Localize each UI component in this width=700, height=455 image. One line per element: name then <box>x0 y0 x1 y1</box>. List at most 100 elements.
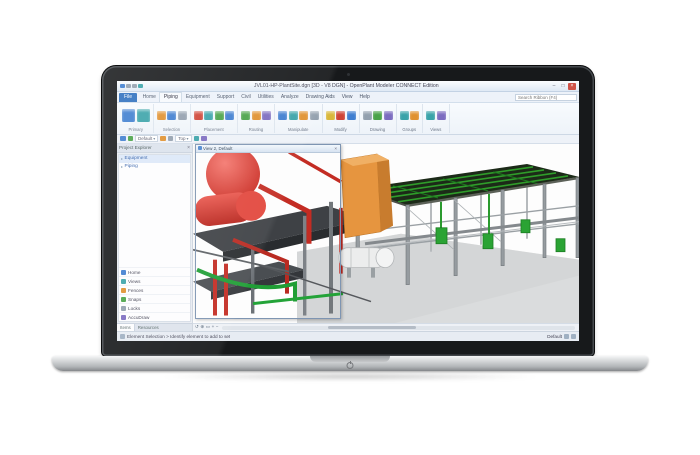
fit-view-icon[interactable]: ▭ <box>206 325 210 330</box>
tab-view[interactable]: View <box>338 93 356 102</box>
panel-tab-resources[interactable]: Resources <box>135 324 162 331</box>
window-controls: – □ × <box>550 83 576 90</box>
ribbon-group-label: Selection <box>157 126 187 132</box>
panel-tab-items[interactable]: Items <box>117 324 135 331</box>
view-window-titlebar[interactable]: View 2, Default × <box>196 145 340 153</box>
orange-equipment-unit[interactable] <box>341 153 393 237</box>
class-icon[interactable] <box>201 136 207 142</box>
view-canvas[interactable]: View 2, Default × <box>193 144 579 324</box>
level-dropdown-value: Default <box>138 136 152 141</box>
ribbon-group-drawing: Drawing <box>360 104 397 133</box>
tab-file[interactable]: File <box>119 93 137 102</box>
main-viewport[interactable]: View 2, Default × ↺ ⊕ ▭ + <box>193 144 579 332</box>
undo-icon[interactable] <box>126 84 131 89</box>
pan-view-icon[interactable]: ⊕ <box>200 325 204 330</box>
ribbon-group-selection: Selection <box>154 104 191 133</box>
tab-help[interactable]: Help <box>356 93 373 102</box>
ribbon-group-label: Routing <box>241 126 271 132</box>
branch-icon[interactable] <box>252 111 261 120</box>
save-icon[interactable] <box>120 84 125 89</box>
tool-item-label: Views <box>128 279 140 284</box>
project-explorer-panel: Project Explorer × Equipment Piping <box>117 144 193 332</box>
mirror-icon[interactable] <box>310 111 319 120</box>
view-window-icon[interactable] <box>426 111 435 120</box>
modify-element-icon[interactable] <box>326 111 335 120</box>
active-level-indicator[interactable]: Default <box>547 334 562 339</box>
page-background: JVL01-HP-PlantSite.dgn [3D - V8 DGN] - O… <box>0 0 700 455</box>
color-icon[interactable] <box>160 136 166 142</box>
maximize-button[interactable]: □ <box>559 83 567 90</box>
view-dropdown[interactable]: Top <box>175 135 191 142</box>
tool-item-accudraw[interactable]: AccuDraw <box>119 312 190 321</box>
group-icon[interactable] <box>400 111 409 120</box>
tool-item-fences[interactable]: Fences <box>119 285 190 294</box>
tab-piping[interactable]: Piping <box>159 92 182 102</box>
tab-analyze[interactable]: Analyze <box>277 93 302 102</box>
panel-close-icon[interactable]: × <box>187 145 190 151</box>
zoom-out-icon[interactable]: − <box>216 325 219 330</box>
tab-equipment[interactable]: Equipment <box>182 93 213 102</box>
level-icon[interactable] <box>128 136 134 142</box>
place-valve-icon[interactable] <box>225 111 234 120</box>
line-style-icon[interactable] <box>168 136 174 142</box>
attach-tools-icon[interactable] <box>137 109 150 122</box>
rotate-view-icon[interactable]: ↺ <box>195 325 199 330</box>
print-icon[interactable] <box>138 84 143 89</box>
explorer-icon[interactable] <box>122 109 135 122</box>
tab-home[interactable]: Home <box>139 93 159 102</box>
view-window-close-button[interactable]: × <box>333 146 338 151</box>
camera-icon[interactable] <box>437 111 446 120</box>
route-pipe-icon[interactable] <box>241 111 250 120</box>
tool-item-home[interactable]: Home <box>119 267 190 276</box>
place-nozzle-icon[interactable] <box>204 111 213 120</box>
ribbon-group-manipulate: Manipulate <box>275 104 323 133</box>
zoom-in-icon[interactable]: + <box>212 325 215 330</box>
redo-icon[interactable] <box>132 84 137 89</box>
level-dropdown[interactable]: Default <box>135 135 158 142</box>
shape-icon[interactable] <box>384 111 393 120</box>
rotate-icon[interactable] <box>299 111 308 120</box>
tool-item-label: Locks <box>128 306 140 311</box>
move-icon[interactable] <box>289 111 298 120</box>
weight-icon[interactable] <box>194 136 200 142</box>
minimize-button[interactable]: – <box>550 83 558 90</box>
line-icon[interactable] <box>363 111 372 120</box>
tab-support[interactable]: Support <box>213 93 238 102</box>
view-dropdown-value: Top <box>178 136 185 141</box>
trim-icon[interactable] <box>347 111 356 120</box>
tool-item-locks[interactable]: Locks <box>119 303 190 312</box>
place-pipe-icon[interactable] <box>215 111 224 120</box>
lock-status-icon[interactable] <box>564 334 569 339</box>
fence-icon[interactable] <box>167 111 176 120</box>
active-element-icon[interactable] <box>120 136 126 142</box>
slope-icon[interactable] <box>262 111 271 120</box>
tab-drawing-aids[interactable]: Drawing Aids <box>302 93 338 102</box>
tree-item-piping[interactable]: Piping <box>119 163 190 171</box>
tool-item-views[interactable]: Views <box>119 276 190 285</box>
tool-item-label: AccuDraw <box>128 315 149 320</box>
tree-item-label: Equipment <box>125 156 148 161</box>
ribbon-group-label: Manipulate <box>278 126 319 132</box>
arc-icon[interactable] <box>373 111 382 120</box>
ribbon-group-label: Primary <box>122 126 150 132</box>
horizontal-scrollbar[interactable] <box>222 326 575 330</box>
tree-item-equipment[interactable]: Equipment <box>119 155 190 163</box>
break-element-icon[interactable] <box>336 111 345 120</box>
copy-icon[interactable] <box>278 111 287 120</box>
tool-item-snaps[interactable]: Snaps <box>119 294 190 303</box>
close-button[interactable]: × <box>568 83 576 90</box>
ribbon-search-input[interactable] <box>515 94 577 101</box>
snap-status-icon[interactable] <box>571 334 576 339</box>
scrollbar-thumb[interactable] <box>328 326 416 329</box>
view-window-icon <box>198 146 202 150</box>
main-area: Project Explorer × Equipment Piping <box>117 144 579 332</box>
place-equipment-icon[interactable] <box>194 111 203 120</box>
tool-item-label: Home <box>128 270 141 275</box>
tab-civil[interactable]: Civil <box>238 93 254 102</box>
tab-utilities[interactable]: Utilities <box>254 93 277 102</box>
element-selection-icon[interactable] <box>157 111 166 120</box>
tree-item-label: Piping <box>125 164 138 169</box>
ungroup-icon[interactable] <box>410 111 419 120</box>
laptop-base <box>52 356 648 371</box>
select-all-icon[interactable] <box>178 111 187 120</box>
